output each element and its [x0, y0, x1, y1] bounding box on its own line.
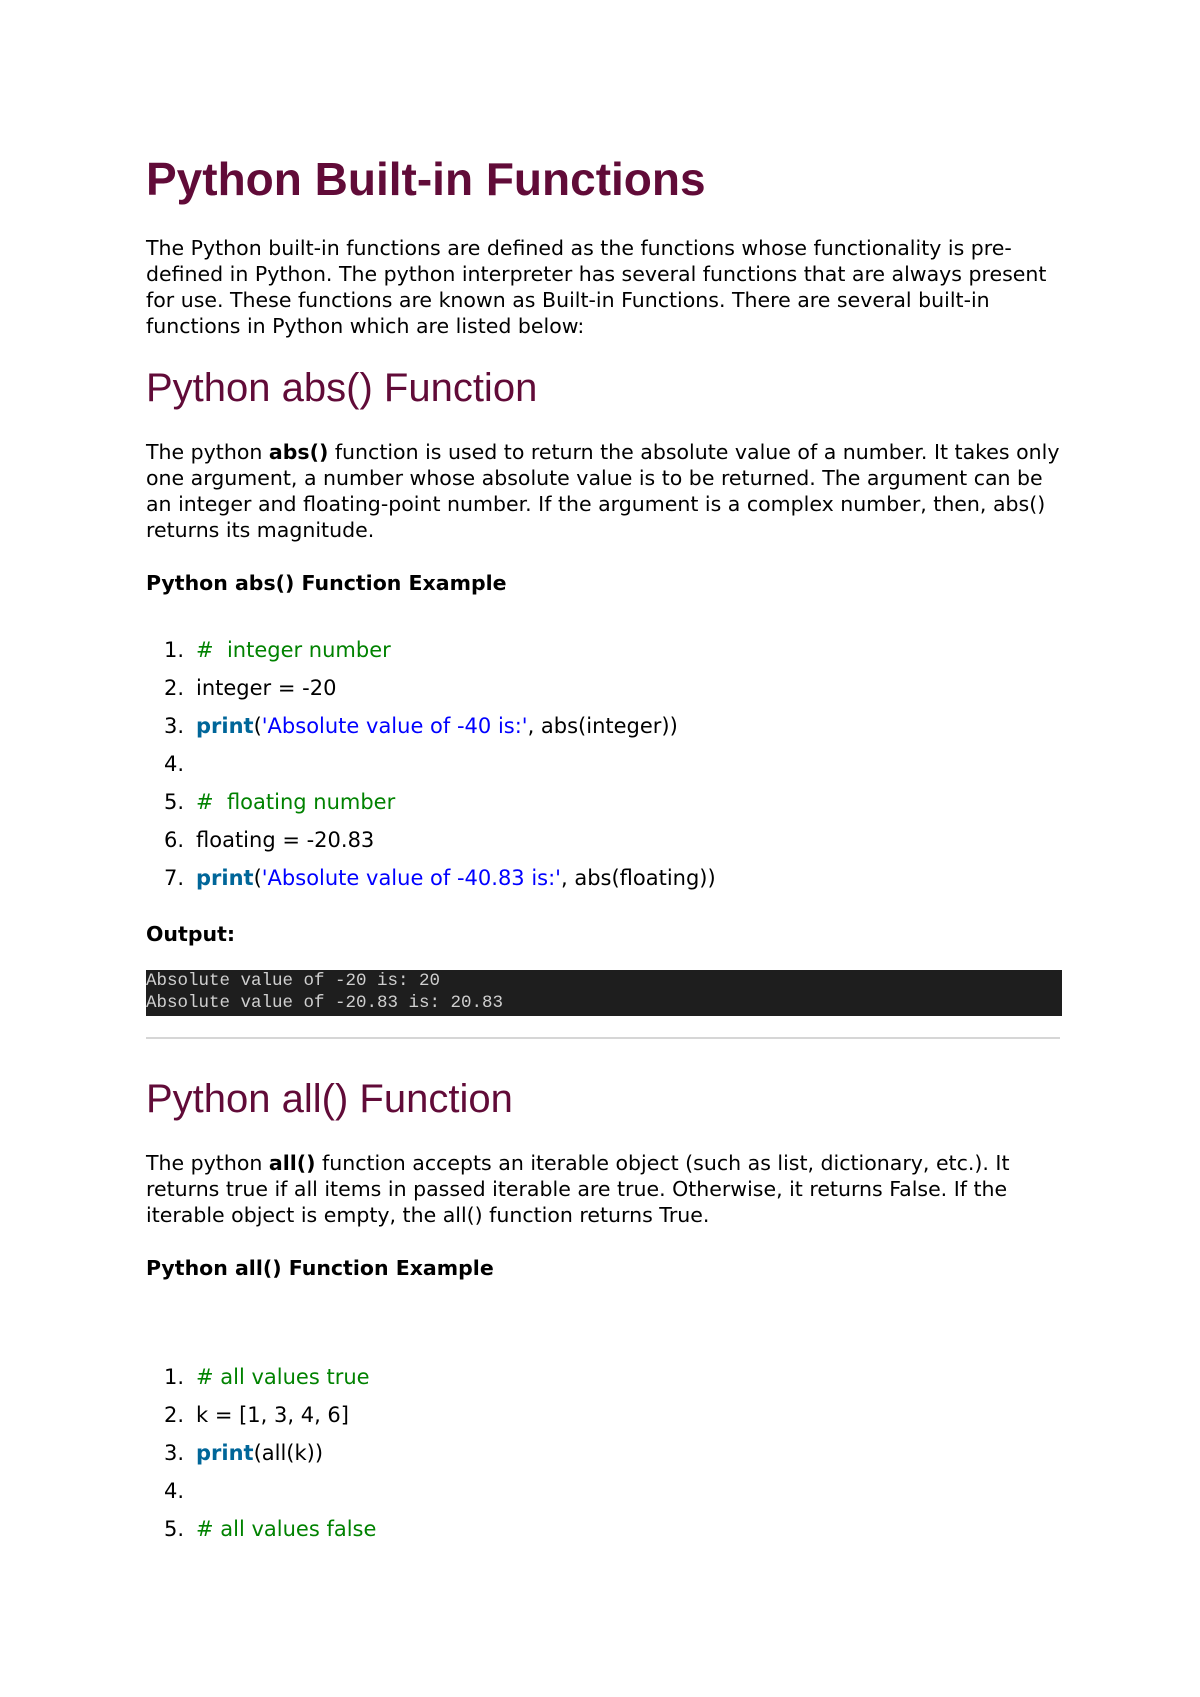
page-title: Python Built-in Functions [146, 153, 706, 205]
code-keyword: print [196, 1441, 254, 1465]
abs-description: The python abs() function is used to ret… [146, 439, 1062, 543]
code-text: print('Absolute value of -40.83 is:', ab… [196, 859, 716, 897]
code-line: 2. k = [1, 3, 4, 6] [146, 1396, 376, 1434]
line-number: 5. [163, 1517, 184, 1541]
code-comment: # all values false [196, 1517, 377, 1541]
line-number: 5. [163, 790, 184, 814]
code-line: 4. [146, 745, 716, 783]
output-line: Absolute value of -20.83 is: 20.83 [146, 993, 504, 1013]
code-line: 1. # integer number [146, 631, 716, 669]
code-line: 6. floating = -20.83 [146, 821, 716, 859]
line-number: 4. [163, 752, 184, 776]
code-keyword: print [196, 714, 254, 738]
code-line: 3. print(all(k)) [146, 1434, 376, 1472]
line-number: 3. [163, 1441, 184, 1465]
code-text: k = [1, 3, 4, 6] [196, 1396, 349, 1434]
line-number: 2. [163, 1403, 184, 1427]
line-number: 2. [163, 676, 184, 700]
code-plain: ( [253, 714, 262, 738]
all-example-heading: Python all() Function Example [146, 1256, 494, 1280]
code-line: 4. [146, 1472, 376, 1510]
abs-code-listing: 1. # integer number 2. integer = -20 3. print… [146, 631, 716, 897]
code-plain: k = [1, 3, 4, 6] [196, 1403, 349, 1427]
code-plain: , abs(integer)) [527, 714, 678, 738]
code-comment: # floating number [196, 790, 396, 814]
desc-prefix: The python [146, 440, 269, 464]
code-plain: ( [253, 866, 262, 890]
all-code-listing: 1. # all values true 2. k = [1, 3, 4, 6] 3. p… [146, 1358, 376, 1548]
code-comment: # integer number [196, 638, 391, 662]
output-line: Absolute value of -20 is: 20 [146, 971, 441, 991]
section-heading-abs: Python abs() Function [146, 366, 538, 410]
code-text: # integer number [196, 631, 391, 669]
code-line: 1. # all values true [146, 1358, 376, 1396]
code-text: print(all(k)) [196, 1434, 323, 1472]
output-label: Output: [146, 922, 236, 946]
code-text: floating = -20.83 [196, 821, 374, 859]
line-number: 1. [163, 1365, 184, 1389]
code-text: print('Absolute value of -40 is:', abs(i… [196, 707, 678, 745]
intro-paragraph: The Python built-in functions are define… [146, 236, 1047, 338]
code-plain: , abs(floating)) [560, 866, 716, 890]
code-line: 5. # all values false [146, 1510, 376, 1548]
code-keyword: print [196, 866, 254, 890]
code-plain: (all(k)) [253, 1441, 324, 1465]
section-divider [146, 1037, 1060, 1039]
code-comment: # all values true [196, 1365, 370, 1389]
line-number: 7. [163, 866, 184, 890]
desc-bold: abs() [268, 440, 329, 464]
code-line: 3. print('Absolute value of -40 is:', abs… [146, 707, 716, 745]
code-string: 'Absolute value of -40.83 is:' [261, 866, 561, 890]
output-console: Absolute value of -20 is: 20 Absolute va… [146, 970, 1062, 1016]
line-number: 1. [163, 638, 184, 662]
desc-bold: all() [268, 1151, 316, 1175]
line-number: 6. [163, 828, 184, 852]
code-line: 5. # floating number [146, 783, 716, 821]
section-heading-all: Python all() Function [146, 1077, 513, 1121]
all-description: The python all() function accepts an ite… [146, 1150, 1062, 1228]
line-number: 3. [163, 714, 184, 738]
code-plain: floating = -20.83 [196, 828, 375, 852]
desc-prefix: The python [146, 1151, 269, 1175]
code-text: # floating number [196, 783, 395, 821]
code-string: 'Absolute value of -40 is:' [261, 714, 528, 738]
abs-example-heading: Python abs() Function Example [146, 571, 507, 595]
code-line: 2. integer = -20 [146, 669, 716, 707]
code-text: integer = -20 [196, 669, 336, 707]
code-line: 7. print('Absolute value of -40.83 is:', … [146, 859, 716, 897]
code-plain: integer = -20 [196, 676, 337, 700]
code-text: # all values false [196, 1510, 376, 1548]
line-number: 4. [163, 1479, 184, 1503]
code-text: # all values true [196, 1358, 370, 1396]
